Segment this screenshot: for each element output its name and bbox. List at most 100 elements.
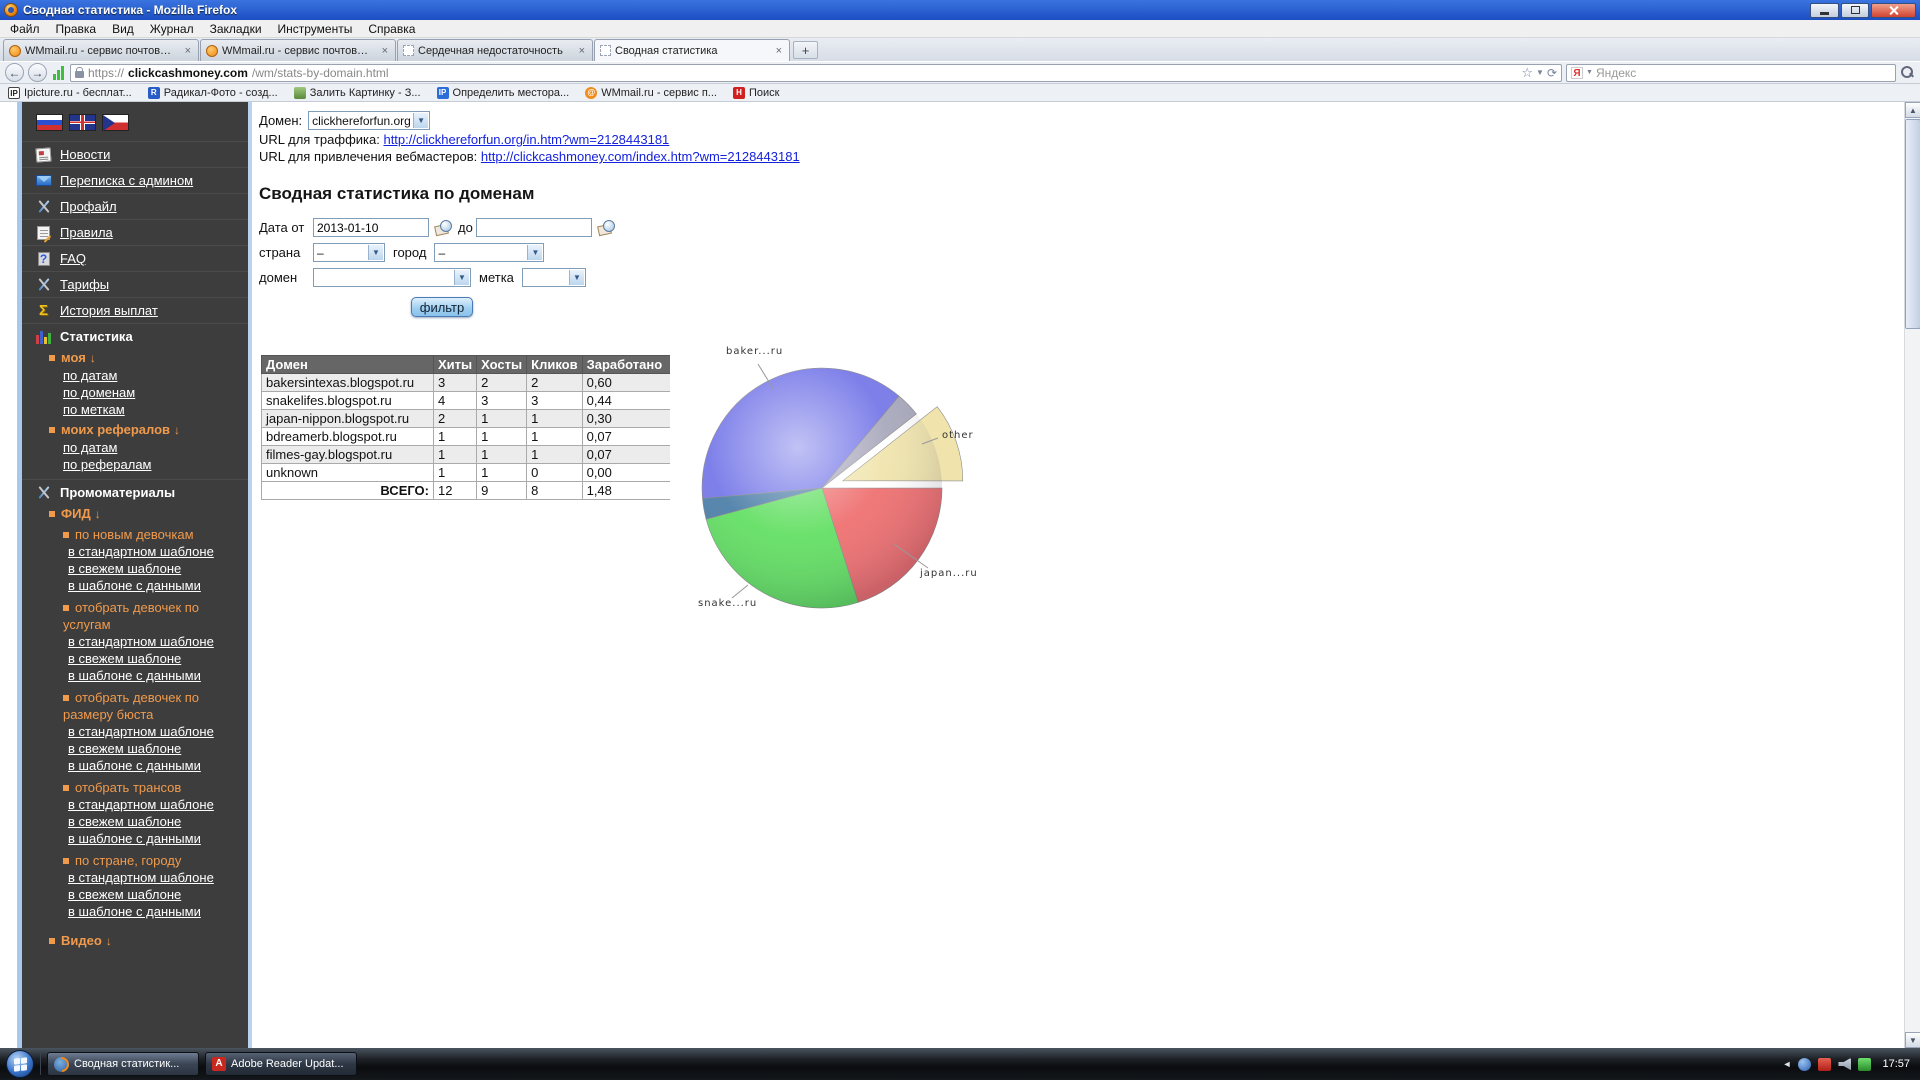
tab-close-icon[interactable]: ×	[577, 45, 587, 57]
taskbar-clock[interactable]: 17:57	[1878, 1058, 1914, 1070]
bookmark-ipicture[interactable]: IP Ipicture.ru - бесплат...	[8, 86, 132, 99]
yandex-icon[interactable]: Я	[1571, 66, 1583, 79]
template-link-fresh[interactable]: в свежем шаблоне	[68, 561, 181, 576]
tab-heart-article[interactable]: Сердечная недостаточность ×	[397, 39, 593, 61]
link-by-referrals[interactable]: по рефералам	[63, 457, 151, 472]
sidebar-item-profile[interactable]: Профайл	[22, 193, 248, 219]
search-go-icon[interactable]	[1900, 65, 1915, 80]
sidebar-item-payout-history[interactable]: Σ История выплат	[22, 297, 248, 323]
scroll-down-arrow[interactable]: ▼	[1905, 1032, 1920, 1048]
template-link-fresh[interactable]: в свежем шаблоне	[68, 887, 181, 902]
task-adobe-updater[interactable]: A Adobe Reader Updat...	[205, 1052, 357, 1076]
close-button[interactable]	[1871, 2, 1916, 18]
template-link-fresh[interactable]: в свежем шаблоне	[68, 814, 181, 829]
search-bar[interactable]: Я ▼ Яндекс	[1566, 63, 1896, 82]
bookmark-wmmail[interactable]: @ WMmail.ru - сервис п...	[585, 86, 717, 99]
filter-button[interactable]: фильтр	[411, 297, 473, 317]
link-by-dates[interactable]: по датам	[63, 368, 117, 383]
link-by-domains[interactable]: по доменам	[63, 385, 135, 400]
sidebar-item-tariffs[interactable]: Тарифы	[22, 271, 248, 297]
promo-group-header[interactable]: отобрать трансов	[22, 779, 248, 796]
template-link-data[interactable]: в шаблоне с данными	[68, 831, 201, 846]
bookmark-upload-image[interactable]: Залить Картинку - З...	[293, 86, 421, 99]
url-bar[interactable]: https://clickcashmoney.com/wm/stats-by-d…	[70, 63, 1562, 82]
sidebar-item-faq[interactable]: ? FAQ	[22, 245, 248, 271]
sidebar-link[interactable]: История выплат	[60, 303, 158, 318]
template-link-standard[interactable]: в стандартном шаблоне	[68, 724, 214, 739]
link-by-dates[interactable]: по датам	[63, 440, 117, 455]
city-select[interactable]: – ▼	[434, 243, 545, 262]
template-link-standard[interactable]: в стандартном шаблоне	[68, 870, 214, 885]
menu-edit[interactable]: Правка	[48, 21, 105, 37]
maximize-button[interactable]	[1841, 2, 1869, 18]
sidebar-link[interactable]: Профайл	[60, 199, 117, 214]
promo-group-header[interactable]: по стране, городу	[22, 852, 248, 869]
scroll-up-arrow[interactable]: ▲	[1905, 102, 1920, 118]
tag-select[interactable]: ▼	[521, 268, 586, 287]
sidebar-item-news[interactable]: Новости	[22, 141, 248, 167]
domain-filter-select[interactable]: ▼	[313, 268, 471, 287]
search-engine-dropdown-icon[interactable]: ▼	[1586, 69, 1593, 76]
promo-group-header[interactable]: отобрать девочек по размеру бюста	[22, 689, 248, 723]
traffic-url-link[interactable]: http://clickhereforfun.org/in.htm?wm=212…	[383, 132, 669, 147]
link-by-tags[interactable]: по меткам	[63, 402, 125, 417]
russia-flag[interactable]	[36, 114, 63, 131]
sidebar-link[interactable]: FAQ	[60, 251, 86, 266]
stats-group-referrals[interactable]: моих рефералов ↓	[22, 421, 248, 439]
menu-history[interactable]: Журнал	[142, 21, 202, 37]
domain-select[interactable]: clickhereforfun.org ▼	[308, 111, 431, 130]
sidebar-item-admin-mail[interactable]: Переписка с админом	[22, 167, 248, 193]
menu-tools[interactable]: Инструменты	[270, 21, 361, 37]
sidebar-link[interactable]: Тарифы	[60, 277, 109, 292]
reload-icon[interactable]: ⟳	[1547, 66, 1557, 80]
template-link-standard[interactable]: в стандартном шаблоне	[68, 797, 214, 812]
sidebar-link[interactable]: Новости	[60, 147, 110, 162]
date-to-input[interactable]	[476, 218, 593, 237]
forward-button[interactable]: →	[28, 63, 47, 82]
scrollbar-thumb[interactable]	[1905, 119, 1920, 329]
tab-summary-stats[interactable]: Сводная статистика ×	[594, 39, 790, 61]
template-link-fresh[interactable]: в свежем шаблоне	[68, 651, 181, 666]
tab-wmmail-1[interactable]: WMmail.ru - сервис почтовых рассылок... …	[3, 39, 199, 61]
template-link-fresh[interactable]: в свежем шаблоне	[68, 741, 181, 756]
start-button[interactable]	[6, 1050, 34, 1078]
menu-file[interactable]: Файл	[2, 21, 48, 37]
menu-view[interactable]: Вид	[104, 21, 142, 37]
tab-close-icon[interactable]: ×	[774, 45, 784, 57]
country-select[interactable]: – ▼	[313, 243, 385, 262]
back-button[interactable]: ←	[5, 63, 24, 82]
menu-bookmarks[interactable]: Закладки	[202, 21, 270, 37]
menu-help[interactable]: Справка	[360, 21, 423, 37]
bookmark-star-icon[interactable]: ☆	[1521, 65, 1533, 81]
template-link-data[interactable]: в шаблоне с данными	[68, 758, 201, 773]
bookmark-search[interactable]: Н Поиск	[732, 86, 779, 99]
bookmark-geolocate[interactable]: IP Определить местора...	[436, 86, 569, 99]
task-firefox[interactable]: Сводная статистик...	[47, 1052, 199, 1076]
tray-security-icon[interactable]	[1818, 1057, 1832, 1071]
promo-group-header[interactable]: по новым девочкам	[22, 526, 248, 543]
sidebar-link[interactable]: Переписка с админом	[60, 173, 193, 188]
promo-group-fid[interactable]: ФИД ↓	[22, 505, 248, 523]
uk-flag[interactable]	[69, 114, 96, 131]
tray-network-icon[interactable]	[1858, 1057, 1872, 1071]
tab-close-icon[interactable]: ×	[183, 45, 193, 57]
template-link-standard[interactable]: в стандартном шаблоне	[68, 544, 214, 559]
tray-volume-icon[interactable]	[1838, 1057, 1852, 1071]
date-from-input[interactable]	[313, 218, 429, 237]
tray-update-icon[interactable]	[1798, 1057, 1812, 1071]
hidden-icons-chevron[interactable]: ◄	[1783, 1059, 1792, 1069]
tab-wmmail-2[interactable]: WMmail.ru - сервис почтовых рассылок... …	[200, 39, 396, 61]
bookmark-radikal[interactable]: R Радикал-Фото - созд...	[147, 86, 278, 99]
webmaster-url-link[interactable]: http://clickcashmoney.com/index.htm?wm=2…	[481, 149, 800, 164]
vertical-scrollbar[interactable]: ▲ ▼	[1904, 102, 1920, 1048]
extension-traffic-icon[interactable]	[51, 65, 66, 80]
sidebar-link[interactable]: Правила	[60, 225, 113, 240]
calendar-icon[interactable]	[435, 219, 452, 236]
template-link-data[interactable]: в шаблоне с данными	[68, 578, 201, 593]
czech-flag[interactable]	[102, 114, 129, 131]
tab-close-icon[interactable]: ×	[380, 45, 390, 57]
new-tab-button[interactable]: +	[793, 41, 818, 59]
promo-group-header[interactable]: отобрать девочек по услугам	[22, 599, 248, 633]
promo-group-video[interactable]: Видео ↓	[22, 932, 248, 950]
template-link-data[interactable]: в шаблоне с данными	[68, 904, 201, 919]
